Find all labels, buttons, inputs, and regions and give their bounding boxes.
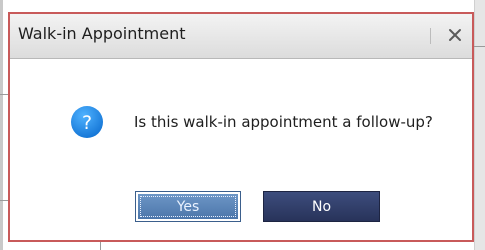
yes-button-label: Yes <box>176 198 200 215</box>
dialog-body: ? Is this walk-in appointment a follow-u… <box>10 59 472 240</box>
close-button[interactable] <box>442 22 468 48</box>
background-tick <box>474 46 485 47</box>
no-button-label: No <box>311 198 332 215</box>
background-left-edge <box>0 0 3 250</box>
svg-text:?: ? <box>82 112 92 134</box>
dialog-message: Is this walk-in appointment a follow-up? <box>134 113 433 131</box>
dialog-titlebar: Walk-in Appointment <box>10 14 472 59</box>
background-scrollbar <box>474 0 485 250</box>
background-tick <box>100 242 101 250</box>
close-icon <box>449 29 461 41</box>
background-tick <box>0 94 8 95</box>
yes-button[interactable]: Yes <box>135 191 241 222</box>
question-icon: ? <box>71 106 103 138</box>
dialog-title: Walk-in Appointment <box>18 24 186 43</box>
background-tick <box>0 200 8 201</box>
titlebar-separator <box>430 28 431 44</box>
no-button[interactable]: No <box>263 191 380 222</box>
walk-in-appointment-dialog: Walk-in Appointment ? Is this walk-in ap… <box>8 12 474 242</box>
